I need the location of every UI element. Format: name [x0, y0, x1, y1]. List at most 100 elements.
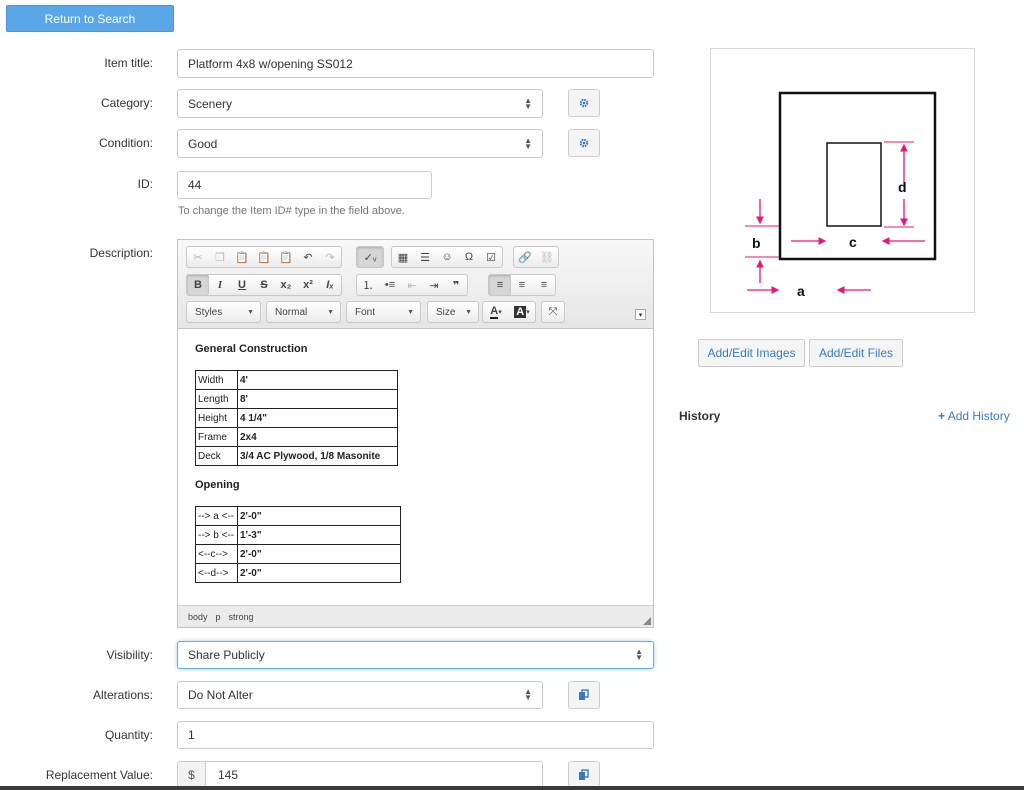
add-edit-files-button[interactable]: Add/Edit Files [809, 339, 903, 367]
dimension-arrow-b [745, 199, 779, 283]
bold-icon[interactable]: B [187, 275, 209, 295]
alterations-copy-button[interactable] [568, 681, 600, 709]
caret-down-icon: ▼ [247, 308, 254, 316]
platform-diagram: d c b a [745, 91, 937, 299]
editor-content[interactable]: General Construction Width 4' Length 8' Heig… [178, 329, 653, 605]
cut-icon[interactable]: ✂ [187, 247, 209, 267]
select-arrows-icon: ▲ ▼ [524, 687, 532, 702]
label-d: d [898, 179, 907, 195]
table-value-cell: 2'-0" [237, 506, 401, 526]
copy-icon [579, 689, 589, 700]
strike-icon[interactable]: S [253, 275, 275, 295]
replacement-value-value: 145 [218, 768, 239, 782]
checkbox-icon[interactable]: ☑ [480, 247, 502, 267]
quantity-input[interactable]: 1 [177, 721, 654, 749]
indent-icon[interactable]: ⇥ [423, 275, 445, 295]
redo-icon[interactable]: ↷ [319, 247, 341, 267]
size-combo[interactable]: Size ▼ [427, 301, 479, 323]
opening-table: --> a <-- 2'-0" --> b <-- 1'-3" <--c--> 2'-0"… [195, 506, 401, 583]
spellcheck-icon[interactable]: ✓ᵥ [357, 247, 383, 267]
table-value-cell: 4 1/4" [237, 408, 398, 428]
special-char-icon[interactable]: Ω [458, 247, 480, 267]
label-a: a [797, 283, 805, 299]
align-center-icon[interactable]: ≡ [511, 275, 533, 295]
select-arrows-icon: ▲ ▼ [524, 95, 532, 111]
editor-toolbar: ✂ ❐ 📋 📋 📋 ↶ ↷ ✓ᵥ ▦ ☰ ☺ Ω ☑ 🔗 ⛓ B I U S x… [178, 240, 653, 329]
bullet-list-icon[interactable]: •≡ [379, 275, 401, 295]
align-group: ≡ ≡ ≡ [488, 274, 556, 296]
align-left-icon[interactable]: ≡ [489, 275, 511, 295]
id-input[interactable]: 44 [177, 171, 432, 199]
visibility-label: Visibility: [106, 648, 153, 662]
return-to-search-button[interactable]: Return to Search [6, 5, 174, 32]
description-editor[interactable]: ✂ ❐ 📋 📋 📋 ↶ ↷ ✓ᵥ ▦ ☰ ☺ Ω ☑ 🔗 ⛓ B I U S x… [177, 239, 654, 628]
add-edit-images-button[interactable]: Add/Edit Images [698, 339, 805, 367]
link-group: 🔗 ⛓ [513, 246, 559, 268]
superscript-icon[interactable]: x² [297, 275, 319, 295]
table-row: --> b <-- 1'-3" [195, 525, 401, 545]
currency-prefix: $ [178, 762, 206, 788]
table-value-cell: 2'-0" [237, 544, 401, 564]
select-arrows-icon: ▲ ▼ [524, 135, 532, 151]
caret-down-icon: ▼ [327, 308, 334, 316]
outdent-icon[interactable]: ⇤ [401, 275, 423, 295]
italic-icon[interactable]: I [209, 275, 231, 295]
table-row: Width 4' [195, 370, 398, 390]
table-key-cell: <--d--> [195, 563, 238, 583]
table-row: <--c--> 2'-0" [195, 544, 401, 564]
category-select[interactable]: Scenery ▲ ▼ [177, 89, 543, 118]
collapse-toolbar-icon[interactable]: ▾ [635, 309, 646, 320]
font-combo[interactable]: Font ▼ [346, 301, 421, 323]
path-body[interactable]: body [188, 612, 208, 622]
condition-settings-button[interactable] [568, 129, 600, 157]
table-value-cell: 4' [237, 370, 398, 390]
undo-icon[interactable]: ↶ [297, 247, 319, 267]
table-value-cell: 2'-0" [237, 563, 401, 583]
category-settings-button[interactable] [568, 89, 600, 117]
table-key-cell: Deck [195, 446, 238, 466]
replacement-value-copy-button[interactable] [568, 761, 600, 789]
link-icon[interactable]: 🔗 [514, 247, 536, 267]
smiley-icon[interactable]: ☺ [436, 247, 458, 267]
plus-icon: + [938, 409, 946, 423]
paste-icon[interactable]: 📋 [231, 247, 253, 267]
align-right-icon[interactable]: ≡ [533, 275, 555, 295]
table-value-cell: 2x4 [237, 427, 398, 447]
horizontal-line-icon[interactable]: ☰ [414, 247, 436, 267]
styles-combo[interactable]: Styles ▼ [186, 301, 261, 323]
bg-color-icon[interactable]: A ▾ [509, 302, 535, 322]
item-title-label: Item title: [104, 56, 153, 70]
alterations-label: Alterations: [92, 688, 153, 702]
visibility-select[interactable]: Share Publicly ▲ ▼ [177, 641, 654, 669]
text-color-icon[interactable]: A ▾ [483, 302, 509, 322]
numbered-list-icon[interactable]: ⒈ [357, 275, 379, 295]
item-title-input[interactable]: Platform 4x8 w/opening SS012 [177, 49, 654, 78]
paste-word-icon[interactable]: 📋 [275, 247, 297, 267]
subscript-icon[interactable]: x₂ [275, 275, 297, 295]
general-construction-table: Width 4' Length 8' Height 4 1/4" Frame 2x4 Deck 3… [195, 370, 398, 466]
paste-text-icon[interactable]: 📋 [253, 247, 275, 267]
condition-select[interactable]: Good ▲ ▼ [177, 129, 543, 158]
resize-handle-icon[interactable] [643, 617, 651, 625]
table-row: --> a <-- 2'-0" [195, 506, 401, 526]
add-history-link[interactable]: + Add History [938, 409, 1010, 423]
table-key-cell: Width [195, 370, 238, 390]
replacement-value-input[interactable]: $ 145 [177, 761, 543, 789]
blockquote-icon[interactable]: ❞ [445, 275, 467, 295]
maximize-icon[interactable]: ⤧ [542, 302, 564, 322]
table-row: <--d--> 2'-0" [195, 563, 401, 583]
replacement-value-label: Replacement Value: [45, 768, 153, 782]
item-image: d c b a [710, 48, 975, 313]
insert-group: ▦ ☰ ☺ Ω ☑ [391, 246, 503, 268]
alterations-select[interactable]: Do Not Alter ▲ ▼ [177, 681, 543, 709]
table-key-cell: --> b <-- [195, 525, 238, 545]
path-strong[interactable]: strong [229, 612, 254, 622]
table-icon[interactable]: ▦ [392, 247, 414, 267]
underline-icon[interactable]: U [231, 275, 253, 295]
unlink-icon[interactable]: ⛓ [536, 247, 558, 267]
remove-format-icon[interactable]: Iₓ [319, 275, 341, 295]
category-value: Scenery [188, 96, 233, 111]
copy-icon[interactable]: ❐ [209, 247, 231, 267]
path-p[interactable]: p [216, 612, 221, 622]
format-combo[interactable]: Normal ▼ [266, 301, 341, 323]
